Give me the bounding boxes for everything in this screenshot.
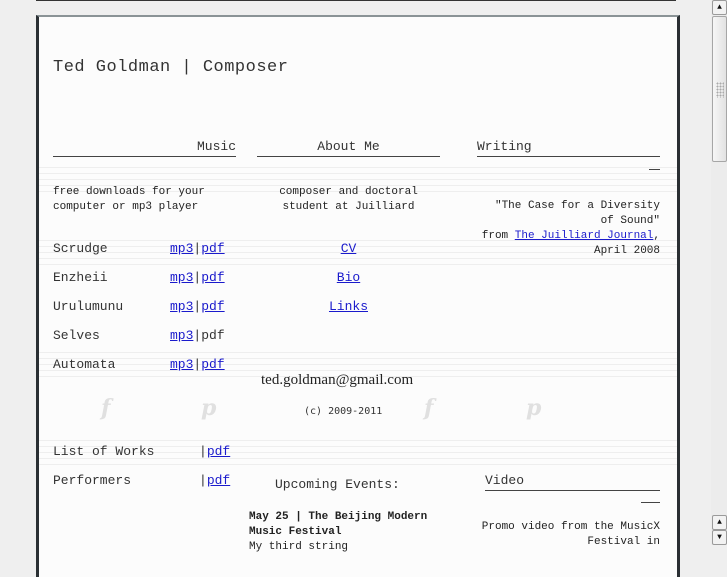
music-heading: Music [53,139,236,157]
event-title-line: Music Festival [249,526,342,538]
writing-heading: Writing [477,139,660,157]
music-desc-line: free downloads for your [53,186,205,198]
writing-quote: "The Case for a Diversity [494,200,660,212]
comma: , [653,230,660,242]
work-downloads: mp3|pdf [170,270,225,285]
arrow-up-icon: ▲ [717,3,722,12]
site-title: Ted Goldman | Composer [53,58,289,77]
cv-link[interactable]: CV [257,241,440,256]
bio-link[interactable]: Bio [257,270,440,285]
work-downloads: mp3|pdf [170,299,225,314]
scroll-up-button[interactable]: ▲ [712,0,727,15]
top-border [36,0,676,1]
vertical-scrollbar[interactable]: ▲ ▲ ▼ [711,0,727,545]
mp3-link[interactable]: mp3 [170,328,193,343]
video-heading: Video [485,473,660,491]
performers-label: Performers [53,473,132,488]
list-of-works-label: List of Works [53,444,155,459]
scrollbar-thumb[interactable] [712,16,727,162]
work-name: Scrudge [53,241,108,256]
email-link[interactable]: ted.goldman@gmail.com [261,372,413,389]
writing-entry: "The Case for a Diversity of Sound" from… [439,199,660,259]
mp3-link[interactable]: mp3 [170,270,193,285]
bg-dynamic-p: p [201,395,217,421]
events-heading: Upcoming Events: [275,477,400,492]
mp3-link[interactable]: mp3 [170,299,193,314]
writing-date: April 2008 [593,245,660,257]
event-title-line: May 25 | The Beijing Modern [249,511,428,523]
work-name: Urulumunu [53,299,124,314]
mp3-link[interactable]: mp3 [170,357,193,372]
arrow-up-icon: ▲ [717,518,722,527]
grip-icon [716,82,724,98]
work-downloads: mp3|pdf [170,357,225,372]
video-dash [641,502,660,503]
pdf-link[interactable]: pdf [201,299,224,314]
arrow-down-icon: ▼ [717,533,722,542]
work-name: Automata [53,357,116,372]
video-description: Promo video from the MusicX Festival in [439,520,660,550]
mp3-link[interactable]: mp3 [170,241,193,256]
pdf-link[interactable]: pdf [201,357,224,372]
bg-dynamic-p: p [526,395,542,421]
scroll-down-button[interactable]: ▼ [712,530,727,545]
about-heading: About Me [257,139,440,157]
about-description: composer and doctoral student at Juillia… [257,185,440,215]
work-name: Enzheii [53,270,108,285]
links-link[interactable]: Links [257,299,440,314]
music-description: free downloads for your computer or mp3 … [53,185,205,215]
copyright: (c) 2009-2011 [304,406,383,417]
pdf-link[interactable]: pdf [201,270,224,285]
music-desc-line: computer or mp3 player [53,201,199,213]
writing-dash [649,169,660,170]
separator: | [199,473,207,488]
work-downloads: mp3|pdf [170,241,225,256]
separator: | [199,444,207,459]
writing-quote: of Sound" [600,215,660,227]
writing-source: from The Juilliard Journal, [439,229,660,244]
list-of-works-downloads: |pdf [199,444,230,459]
list-of-works-pdf-link[interactable]: pdf [207,444,230,459]
event-title: May 25 | The Beijing Modern Music Festiv… [249,510,427,540]
performers-downloads: |pdf [199,473,230,488]
scroll-up-button-bottom[interactable]: ▲ [712,515,727,530]
juilliard-journal-link[interactable]: The Juilliard Journal [515,230,654,242]
pdf-unavailable: pdf [201,328,225,343]
bg-dynamic-f: f [424,395,434,421]
about-desc-line: student at Juilliard [282,201,415,213]
bg-dynamic-f: f [101,395,111,421]
work-downloads: mp3|pdf [170,328,225,343]
from-label: from [481,230,515,242]
pdf-link[interactable]: pdf [201,241,224,256]
video-desc-line: Festival in [587,536,660,548]
video-desc-line: Promo video from the MusicX [481,521,660,533]
event-description: My third string [249,541,349,553]
page-container: f p f p Ted Goldman | Composer Music Abo… [36,15,680,577]
about-desc-line: composer and doctoral [279,186,418,198]
performers-pdf-link[interactable]: pdf [207,473,230,488]
work-name: Selves [53,328,100,343]
